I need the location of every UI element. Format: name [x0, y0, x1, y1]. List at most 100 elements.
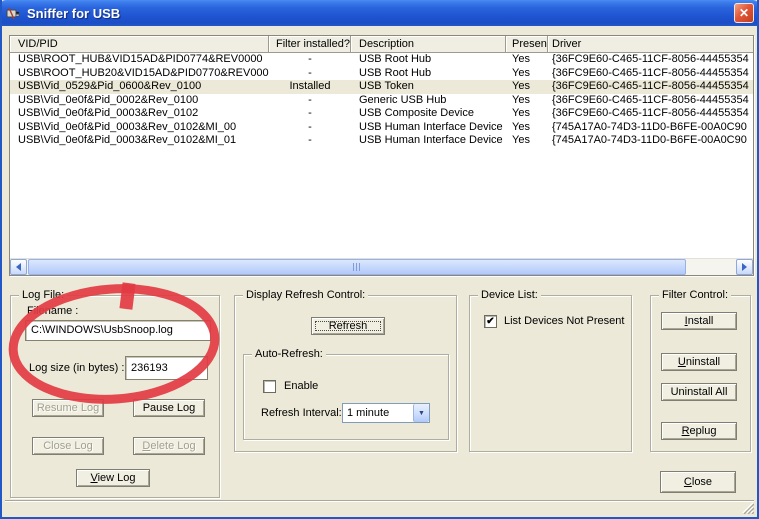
display-refresh-group: Display Refresh Control: Refresh Auto-Re…: [234, 295, 457, 452]
column-header-driver[interactable]: Driver: [548, 36, 753, 53]
horizontal-scrollbar[interactable]: [10, 258, 753, 275]
cell-vid-pid: USB\ROOT_HUB20&VID15AD&PID0770&REV0000: [10, 67, 269, 81]
usb-app-icon: [6, 6, 23, 21]
column-header-vid-pid[interactable]: VID/PID: [10, 36, 269, 53]
thumb-grip-icon: [353, 263, 362, 271]
filename-label: Filename :: [27, 305, 78, 317]
display-refresh-group-title: Display Refresh Control:: [243, 289, 368, 301]
cell-present: Yes: [506, 53, 548, 67]
sniffer-for-usb-window: Sniffer for USB ✕ VID/PID Filter install…: [0, 0, 759, 519]
button-label: Resume Log: [33, 402, 103, 414]
table-row[interactable]: USB\ROOT_HUB&VID15AD&PID0774&REV0000-USB…: [10, 53, 753, 67]
cell-driver: {36FC9E60-C465-11CF-8056-44455354: [548, 94, 753, 108]
log-file-group: Log File: Filename : C:\WINDOWS\UsbSnoop…: [10, 295, 220, 498]
cell-present: Yes: [506, 121, 548, 135]
enable-checkbox[interactable]: [263, 380, 276, 393]
button-label: Replug: [662, 425, 736, 437]
table-row[interactable]: USB\Vid_0e0f&Pid_0002&Rev_0100-Generic U…: [10, 94, 753, 108]
titlebar[interactable]: Sniffer for USB ✕: [0, 0, 759, 26]
scroll-right-button[interactable]: [736, 259, 753, 275]
button-label: Install: [662, 315, 736, 327]
cell-description: USB Token: [351, 80, 506, 94]
titlebar-close-button[interactable]: ✕: [734, 3, 754, 23]
enable-label: Enable: [284, 380, 318, 392]
chevron-right-icon: [742, 263, 747, 271]
table-row[interactable]: USB\Vid_0529&Pid_0600&Rev_0100InstalledU…: [10, 80, 753, 94]
cell-driver: {745A17A0-74D3-11D0-B6FE-00A0C90: [548, 134, 753, 148]
cell-vid-pid: USB\Vid_0e0f&Pid_0003&Rev_0102&MI_01: [10, 134, 269, 148]
refresh-interval-label: Refresh Interval:: [261, 407, 342, 419]
pause-log-button[interactable]: Pause Log: [133, 399, 205, 417]
replug-button[interactable]: Replug: [661, 422, 737, 440]
resume-log-button[interactable]: Resume Log: [32, 399, 104, 417]
refresh-button[interactable]: Refresh: [311, 317, 385, 335]
log-size-value: 236193: [125, 356, 208, 380]
cell-vid-pid: USB\Vid_0529&Pid_0600&Rev_0100: [10, 80, 269, 94]
device-table: VID/PID Filter installed? Description Pr…: [9, 35, 754, 276]
cell-present: Yes: [506, 107, 548, 121]
install-button[interactable]: Install: [661, 312, 737, 330]
resize-grip[interactable]: [741, 501, 754, 514]
cell-driver: {36FC9E60-C465-11CF-8056-44455354: [548, 53, 753, 67]
column-header-filter-installed[interactable]: Filter installed?: [269, 36, 351, 53]
cell-present: Yes: [506, 80, 548, 94]
close-log-button[interactable]: Close Log: [32, 437, 104, 455]
scroll-left-button[interactable]: [10, 259, 27, 275]
cell-description: USB Root Hub: [351, 53, 506, 67]
filter-control-group: Filter Control: Install Uninstall Uninst…: [650, 295, 751, 452]
cell-present: Yes: [506, 67, 548, 81]
list-devices-not-present-label: List Devices Not Present: [504, 315, 624, 327]
button-label: Uninstall All: [662, 386, 736, 398]
table-header: VID/PID Filter installed? Description Pr…: [10, 36, 753, 53]
selected-interval: 1 minute: [343, 407, 413, 419]
table-body: USB\ROOT_HUB&VID15AD&PID0774&REV0000-USB…: [10, 53, 753, 258]
cell-vid-pid: USB\ROOT_HUB&VID15AD&PID0774&REV0000: [10, 53, 269, 67]
auto-refresh-group: Auto-Refresh: Enable Refresh Interval: 1…: [243, 354, 449, 440]
status-bar-divider: [5, 500, 754, 502]
cell-filter-installed: -: [269, 53, 351, 67]
button-label: Pause Log: [134, 402, 204, 414]
refresh-interval-select[interactable]: 1 minute ▼: [342, 403, 430, 423]
delete-log-button[interactable]: Delete Log: [133, 437, 205, 455]
chevron-down-icon[interactable]: ▼: [413, 404, 429, 422]
cell-driver: {36FC9E60-C465-11CF-8056-44455354: [548, 80, 753, 94]
list-devices-not-present-checkbox[interactable]: ✔: [484, 315, 497, 328]
cell-description: USB Human Interface Device: [351, 121, 506, 135]
cell-driver: {745A17A0-74D3-11D0-B6FE-00A0C90: [548, 121, 753, 135]
table-row[interactable]: USB\Vid_0e0f&Pid_0003&Rev_0102-USB Compo…: [10, 107, 753, 121]
scrollbar-thumb[interactable]: [28, 259, 686, 275]
cell-description: Generic USB Hub: [351, 94, 506, 108]
view-log-button[interactable]: View Log: [76, 469, 150, 487]
button-label: Close Log: [33, 440, 103, 452]
column-header-present[interactable]: Present: [506, 36, 548, 53]
device-list-group: Device List: ✔ List Devices Not Present: [469, 295, 632, 452]
cell-driver: {36FC9E60-C465-11CF-8056-44455354: [548, 67, 753, 81]
cell-vid-pid: USB\Vid_0e0f&Pid_0003&Rev_0102&MI_00: [10, 121, 269, 135]
cell-filter-installed: -: [269, 121, 351, 135]
cell-driver: {36FC9E60-C465-11CF-8056-44455354: [548, 107, 753, 121]
table-row[interactable]: USB\ROOT_HUB20&VID15AD&PID0770&REV0000-U…: [10, 67, 753, 81]
cell-filter-installed: Installed: [269, 80, 351, 94]
cell-vid-pid: USB\Vid_0e0f&Pid_0003&Rev_0102: [10, 107, 269, 121]
cell-filter-installed: -: [269, 67, 351, 81]
check-icon: ✔: [486, 316, 494, 327]
button-label: Uninstall: [662, 356, 736, 368]
uninstall-button[interactable]: Uninstall: [661, 353, 737, 371]
button-label: View Log: [77, 472, 149, 484]
window-title: Sniffer for USB: [27, 6, 120, 21]
log-file-group-title: Log File:: [19, 289, 67, 301]
filename-input[interactable]: C:\WINDOWS\UsbSnoop.log: [25, 320, 211, 341]
cell-present: Yes: [506, 94, 548, 108]
device-list-group-title: Device List:: [478, 289, 541, 301]
cell-filter-installed: -: [269, 134, 351, 148]
table-row[interactable]: USB\Vid_0e0f&Pid_0003&Rev_0102&MI_01-USB…: [10, 134, 753, 148]
cell-filter-installed: -: [269, 107, 351, 121]
cell-present: Yes: [506, 134, 548, 148]
table-row[interactable]: USB\Vid_0e0f&Pid_0003&Rev_0102&MI_00-USB…: [10, 121, 753, 135]
column-header-description[interactable]: Description: [351, 36, 506, 53]
auto-refresh-group-title: Auto-Refresh:: [252, 348, 326, 360]
uninstall-all-button[interactable]: Uninstall All: [661, 383, 737, 401]
filter-control-group-title: Filter Control:: [659, 289, 731, 301]
button-label: Refresh: [312, 320, 384, 332]
close-button[interactable]: Close: [660, 471, 736, 493]
